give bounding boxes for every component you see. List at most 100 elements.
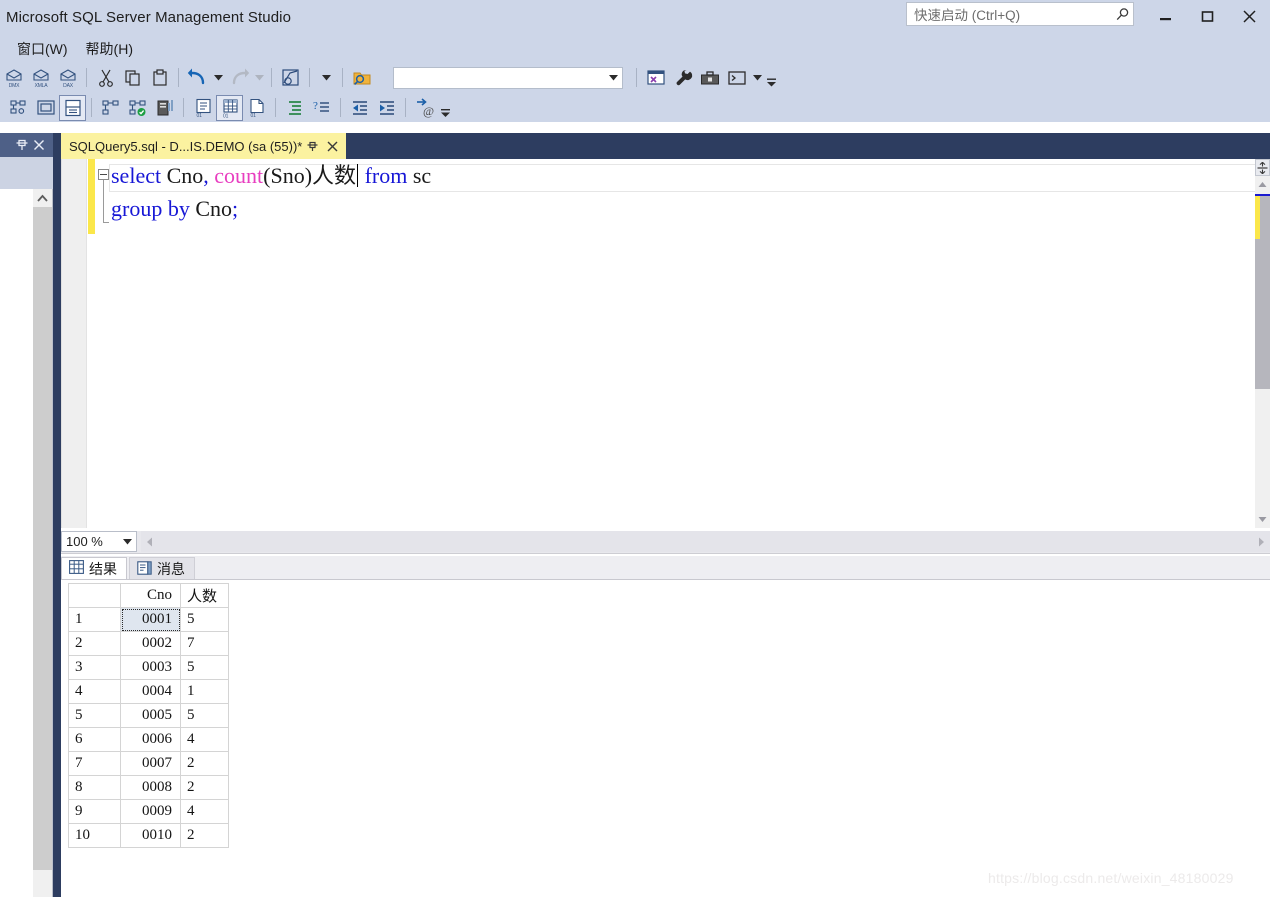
table-row[interactable]: 6 0006 4 [68, 727, 229, 752]
table-row[interactable]: 5 0005 5 [68, 703, 229, 728]
scroll-up-icon[interactable] [33, 189, 52, 207]
navigate-dropdown-icon[interactable] [315, 65, 337, 91]
editor-horizontal-scrollbar[interactable] [141, 531, 1270, 552]
connect-object-explorer-icon[interactable] [97, 95, 124, 121]
cell-count[interactable]: 2 [180, 751, 229, 776]
copy-button[interactable] [119, 65, 146, 91]
grid-corner-header[interactable] [68, 583, 121, 608]
undo-dropdown-icon[interactable] [211, 65, 225, 91]
tab-close-icon[interactable] [322, 135, 342, 157]
search-icon[interactable] [1111, 3, 1133, 25]
specify-values-icon[interactable]: @ [411, 95, 438, 121]
command-window-icon[interactable] [723, 65, 750, 91]
toolbar-overflow-icon[interactable] [438, 95, 452, 121]
tab-pin-icon[interactable] [302, 135, 322, 157]
sql-code-editor[interactable]: select Cno, count(Sno)人数 from sc group by… [61, 159, 1269, 528]
cell-cno[interactable]: 0008 [120, 775, 181, 800]
table-row[interactable]: 7 0007 2 [68, 751, 229, 776]
database-server-icon[interactable] [151, 95, 178, 121]
close-icon[interactable] [1228, 0, 1270, 32]
auto-hide-pin-icon[interactable] [13, 135, 30, 155]
command-window-dropdown-icon[interactable] [750, 65, 764, 91]
quick-launch-placeholder[interactable]: 快速启动 (Ctrl+Q) [907, 4, 1111, 24]
tab-sqlquery5[interactable]: SQLQuery5.sql - D...IS.DEMO (sa (55))* [61, 133, 347, 159]
table-row[interactable]: 4 0004 1 [68, 679, 229, 704]
chevron-down-icon[interactable] [605, 68, 622, 88]
table-row[interactable]: 10 0010 2 [68, 823, 229, 848]
row-number-cell[interactable]: 5 [68, 703, 121, 728]
left-panel-scrollbar[interactable] [33, 189, 52, 897]
row-number-cell[interactable]: 8 [68, 775, 121, 800]
sql-code-text[interactable]: select Cno, count(Sno)人数 from sc group by… [111, 159, 1251, 225]
cell-cno[interactable]: 0009 [120, 799, 181, 824]
new-dmx-query-icon[interactable]: DMX [0, 65, 27, 91]
chevron-down-icon[interactable] [119, 538, 136, 545]
scroll-down-arrow-icon[interactable] [1255, 511, 1270, 528]
cell-count[interactable]: 4 [180, 799, 229, 824]
split-editor-icon[interactable] [1255, 159, 1270, 176]
cell-count[interactable]: 5 [180, 607, 229, 632]
row-number-cell[interactable]: 6 [68, 727, 121, 752]
scroll-right-arrow-icon[interactable] [1253, 531, 1270, 552]
fold-collapse-icon[interactable] [98, 169, 109, 180]
decrease-indent-icon[interactable] [346, 95, 373, 121]
cell-cno[interactable]: 0001 [120, 607, 181, 632]
undo-button[interactable] [184, 65, 211, 91]
navigate-backward-icon[interactable] [277, 65, 304, 91]
scroll-left-arrow-icon[interactable] [141, 531, 158, 552]
paste-button[interactable] [146, 65, 173, 91]
new-dax-query-icon[interactable]: DAX [54, 65, 81, 91]
table-row[interactable]: 1 0001 5 [68, 607, 229, 632]
cell-count[interactable]: 2 [180, 823, 229, 848]
toolbox-icon[interactable] [696, 65, 723, 91]
row-number-cell[interactable]: 9 [68, 799, 121, 824]
scroll-up-arrow-icon[interactable] [1255, 176, 1270, 193]
cell-count[interactable]: 1 [180, 679, 229, 704]
minimize-icon[interactable] [1144, 0, 1186, 32]
scrollbar-thumb[interactable] [33, 207, 52, 870]
cell-count[interactable]: 4 [180, 727, 229, 752]
table-row[interactable]: 2 0002 7 [68, 631, 229, 656]
cell-cno[interactable]: 0002 [120, 631, 181, 656]
uncomment-lines-icon[interactable]: ? [308, 95, 335, 121]
row-number-cell[interactable]: 10 [68, 823, 121, 848]
find-in-files-icon[interactable] [348, 65, 375, 91]
properties-window-icon[interactable] [32, 95, 59, 121]
grid-column-header-cno[interactable]: Cno [120, 583, 181, 608]
table-row[interactable]: 3 0003 5 [68, 655, 229, 680]
toolbar-overflow-icon[interactable] [764, 65, 778, 91]
row-number-cell[interactable]: 4 [68, 679, 121, 704]
cell-cno[interactable]: 0004 [120, 679, 181, 704]
menu-item-help[interactable]: 帮助(H) [77, 37, 142, 61]
row-number-cell[interactable]: 2 [68, 631, 121, 656]
grid-column-header-count[interactable]: 人数 [180, 583, 229, 608]
cell-cno[interactable]: 0003 [120, 655, 181, 680]
object-explorer-icon[interactable] [5, 95, 32, 121]
change-connection-icon[interactable] [124, 95, 151, 121]
quick-launch-box[interactable]: 快速启动 (Ctrl+Q) [906, 2, 1134, 26]
row-number-cell[interactable]: 7 [68, 751, 121, 776]
comment-lines-icon[interactable] [281, 95, 308, 121]
zoom-level-combo[interactable]: 100 % [61, 531, 137, 552]
results-grid[interactable]: Cno 人数 1 0001 5 2 0002 7 3 0003 5 4 0004 1 5 0005 5 6 00… [68, 583, 229, 848]
cell-cno[interactable]: 0010 [120, 823, 181, 848]
options-wrench-icon[interactable] [669, 65, 696, 91]
cell-count[interactable]: 5 [180, 655, 229, 680]
row-number-cell[interactable]: 1 [68, 607, 121, 632]
table-row[interactable]: 9 0009 4 [68, 799, 229, 824]
summary-page-icon[interactable] [59, 94, 86, 121]
maximize-icon[interactable] [1186, 0, 1228, 32]
menu-item-window[interactable]: 窗口(W) [8, 37, 77, 61]
left-panel-close-icon[interactable] [30, 135, 47, 155]
editor-vertical-scrollbar[interactable] [1255, 159, 1270, 528]
tab-results[interactable]: 结果 [61, 557, 127, 580]
cell-count[interactable]: 7 [180, 631, 229, 656]
cell-cno[interactable]: 0007 [120, 751, 181, 776]
cell-cno[interactable]: 0005 [120, 703, 181, 728]
table-row[interactable]: 8 0008 2 [68, 775, 229, 800]
tab-messages[interactable]: 消息 [129, 557, 195, 580]
results-to-text-icon[interactable]: 01 [189, 95, 216, 121]
new-xmla-query-icon[interactable]: XMLA [27, 65, 54, 91]
cell-count[interactable]: 2 [180, 775, 229, 800]
results-to-grid-icon[interactable]: 01 [216, 94, 243, 121]
